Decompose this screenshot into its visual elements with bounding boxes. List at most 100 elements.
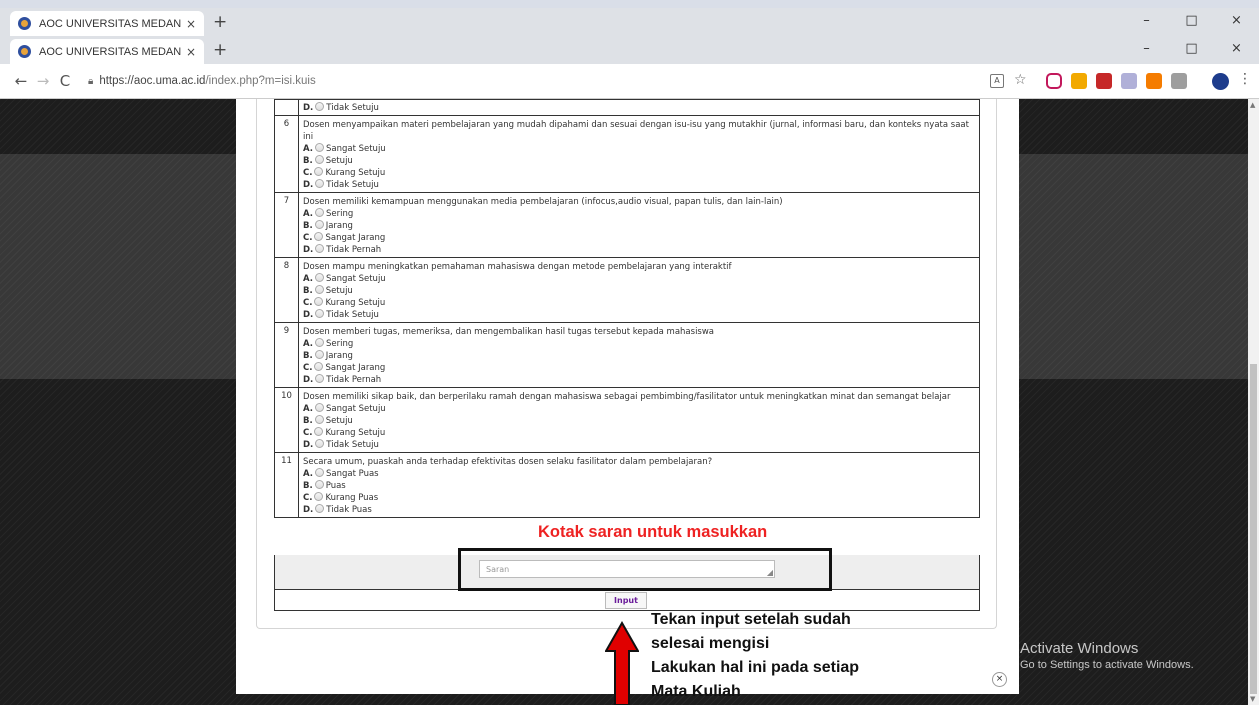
answer-option[interactable]: D. Tidak Setuju [303,179,975,191]
radio-button[interactable] [315,439,325,448]
scrollbar[interactable]: ▲ ▼ [1248,99,1259,705]
radio-button[interactable] [315,374,325,383]
option-label: Tidak Puas [326,505,372,515]
back-button[interactable]: ← [10,72,32,90]
answer-option[interactable]: B. Setuju [303,155,975,167]
new-tab-button[interactable]: + [213,12,227,32]
address-bar[interactable]: https://aoc.uma.ac.id/index.php?m=isi.ku… [99,75,315,87]
answer-option[interactable]: D. Tidak Puas [303,504,975,516]
radio-button[interactable] [315,179,325,188]
answer-option[interactable]: A. Sangat Setuju [303,143,975,155]
question-number: 11 [274,452,299,518]
option-letter: A. [303,209,313,219]
radio-button[interactable] [314,427,324,436]
option-label: Setuju [325,156,353,166]
radio-button[interactable] [314,492,324,501]
answer-option[interactable]: D. Tidak Pernah [303,244,975,256]
extension-icon[interactable] [1146,73,1162,89]
answer-option[interactable]: C. Sangat Jarang [303,232,975,244]
tab-close-icon[interactable]: × [186,17,196,31]
radio-button[interactable] [314,285,324,294]
answer-option[interactable]: B. Jarang [303,350,975,362]
extension-icon[interactable] [1071,73,1087,89]
answer-option[interactable]: D. Tidak Setuju [303,439,975,451]
radio-button[interactable] [314,338,324,347]
question-cell: Dosen memiliki kemampuan menggunakan med… [298,192,980,258]
answer-option[interactable]: B. Jarang [303,220,975,232]
radio-button[interactable] [314,232,324,241]
answer-option[interactable]: A. Sering [303,208,975,220]
maximize-button[interactable]: □ [1169,36,1214,64]
option-letter: B. [303,481,313,491]
profile-avatar-icon[interactable] [1212,73,1229,90]
option-label: Kurang Puas [325,493,379,503]
answer-option[interactable]: C. Kurang Puas [303,492,975,504]
forward-button[interactable]: → [32,72,54,90]
bookmark-star-icon[interactable]: ☆ [1014,72,1027,88]
scroll-down-icon[interactable]: ▼ [1250,695,1255,703]
answer-option[interactable]: A. Sangat Setuju [303,273,975,285]
option-label: Tidak Pernah [326,375,382,385]
reload-button[interactable]: C [54,72,76,90]
favicon-icon [18,17,31,30]
answer-option[interactable]: C. Kurang Setuju [303,167,975,179]
instagram-extension-icon[interactable] [1046,73,1062,89]
answer-option[interactable]: A. Sangat Setuju [303,403,975,415]
radio-button[interactable] [314,415,324,424]
new-tab-button[interactable]: + [213,40,227,60]
browser-tab[interactable]: AOC UNIVERSITAS MEDAN AREA × [10,11,204,36]
option-letter: C. [303,363,313,373]
option-letter: C. [303,168,313,178]
answer-option[interactable]: A. Sering [303,338,975,350]
tab-close-icon[interactable]: × [186,45,196,59]
modal-close-icon[interactable]: × [992,672,1007,687]
answer-option[interactable]: D. Tidak Setuju [303,309,975,321]
radio-button[interactable] [314,350,324,359]
radio-button[interactable] [314,362,324,371]
scroll-up-icon[interactable]: ▲ [1250,101,1255,109]
close-window-button[interactable]: × [1214,36,1259,64]
radio-button[interactable] [314,297,324,306]
radio-button[interactable] [314,220,324,229]
radio-button[interactable] [315,504,325,513]
answer-option[interactable]: B. Setuju [303,415,975,427]
extension-icon[interactable] [1121,73,1137,89]
close-window-button[interactable]: × [1214,8,1259,36]
radio-button[interactable] [314,208,324,217]
answer-option[interactable]: B. Puas [303,480,975,492]
radio-button[interactable] [314,143,324,152]
menu-kebab-icon[interactable]: ⋮ [1238,71,1252,87]
translate-icon[interactable]: A [990,74,1004,88]
browser-tab[interactable]: AOC UNIVERSITAS MEDAN AREA × [10,39,204,64]
scrollbar-thumb[interactable] [1250,364,1257,694]
option-letter: B. [303,156,313,166]
input-submit-button[interactable]: Input [605,592,647,609]
answer-option[interactable]: D. Tidak Setuju [303,102,975,114]
answer-option[interactable]: D. Tidak Pernah [303,374,975,386]
question-text: Dosen mampu meningkatkan pemahaman mahas… [303,262,732,272]
radio-button[interactable] [314,403,324,412]
radio-button[interactable] [314,273,324,282]
answer-option[interactable]: C. Kurang Setuju [303,427,975,439]
extension-icon[interactable] [1171,73,1187,89]
radio-button[interactable] [314,167,324,176]
option-label: Sangat Jarang [325,233,386,243]
answer-option[interactable]: C. Sangat Jarang [303,362,975,374]
radio-button[interactable] [315,102,325,111]
radio-button[interactable] [314,155,324,164]
answer-option[interactable]: B. Setuju [303,285,975,297]
maximize-button[interactable]: □ [1169,8,1214,36]
minimize-button[interactable]: – [1124,36,1169,64]
radio-button[interactable] [314,468,324,477]
minimize-button[interactable]: – [1124,8,1169,36]
question-number: 7 [274,192,299,258]
radio-button[interactable] [314,480,324,489]
radio-button[interactable] [315,309,325,318]
answer-option[interactable]: A. Sangat Puas [303,468,975,480]
question-cell: Dosen mampu meningkatkan pemahaman mahas… [298,257,980,323]
radio-button[interactable] [315,244,325,253]
extension-icon[interactable] [1096,73,1112,89]
option-label: Sering [325,339,354,349]
answer-option[interactable]: C. Kurang Setuju [303,297,975,309]
question-number: 6 [274,115,299,193]
